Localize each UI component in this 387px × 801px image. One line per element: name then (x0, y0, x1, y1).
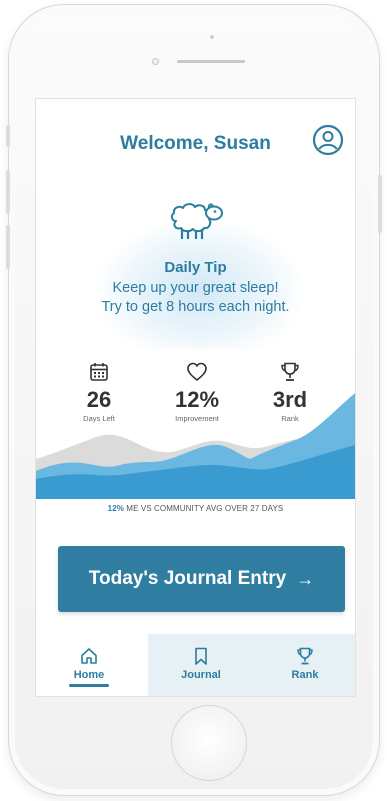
improvement-value: 12% (174, 387, 220, 412)
phone-side-button (6, 125, 10, 147)
heart-icon (187, 362, 207, 381)
trophy-icon (297, 647, 313, 665)
tab-active-indicator (69, 684, 109, 687)
calendar-icon (90, 363, 108, 381)
tab-journal-label: Journal (181, 669, 221, 681)
stat-improvement: 12% Improvement (162, 361, 232, 423)
journal-entry-button-label: Today's Journal Entry (88, 568, 287, 589)
welcome-heading: Welcome, Susan (120, 133, 271, 154)
home-icon (81, 648, 97, 664)
tab-home[interactable]: Home (54, 646, 124, 681)
comparison-caption: 12% ME VS COMMUNITY AVG OVER 27 DAYS (36, 504, 355, 513)
phone-volume-down (6, 225, 10, 269)
daily-tip-line-2: Try to get 8 hours each night. (101, 299, 290, 315)
rank-label: Rank (281, 414, 299, 423)
tab-home-label: Home (73, 669, 105, 681)
days-left-label: Days Left (83, 414, 115, 423)
arrow-right-icon: → (296, 568, 315, 589)
tab-rank[interactable]: Rank (270, 646, 340, 681)
trophy-icon (281, 362, 299, 381)
phone-speaker (177, 60, 245, 63)
phone-volume-up (6, 170, 10, 214)
journal-entry-button[interactable]: Today's Journal Entry → (58, 546, 345, 612)
improvement-label: Improvement (175, 414, 219, 423)
phone-power-button (378, 175, 382, 233)
sheep-icon (170, 203, 223, 239)
rank-value: 3rd (272, 387, 308, 412)
phone-sensor (152, 58, 159, 65)
daily-tip-title: Daily Tip (164, 259, 227, 276)
phone-home-button[interactable] (171, 705, 247, 781)
bottom-tab-bar: Home Journal Rank (36, 634, 355, 696)
daily-tip-line-1: Keep up your great sleep! (112, 280, 279, 296)
stat-days-left: 26 Days Left (64, 361, 134, 423)
stat-rank: 3rd Rank (255, 361, 325, 423)
phone-camera (210, 35, 214, 39)
tab-journal[interactable]: Journal (166, 646, 236, 681)
profile-icon[interactable] (312, 124, 344, 156)
bookmark-icon (195, 647, 207, 665)
comparison-text: ME VS COMMUNITY AVG OVER 27 DAYS (123, 504, 284, 513)
days-left-value: 26 (86, 387, 112, 412)
comparison-highlight: 12% (107, 504, 124, 513)
tab-rank-label: Rank (291, 669, 319, 681)
app-screen: Welcome, Susan Daily Tip Keep up your gr… (35, 98, 356, 697)
